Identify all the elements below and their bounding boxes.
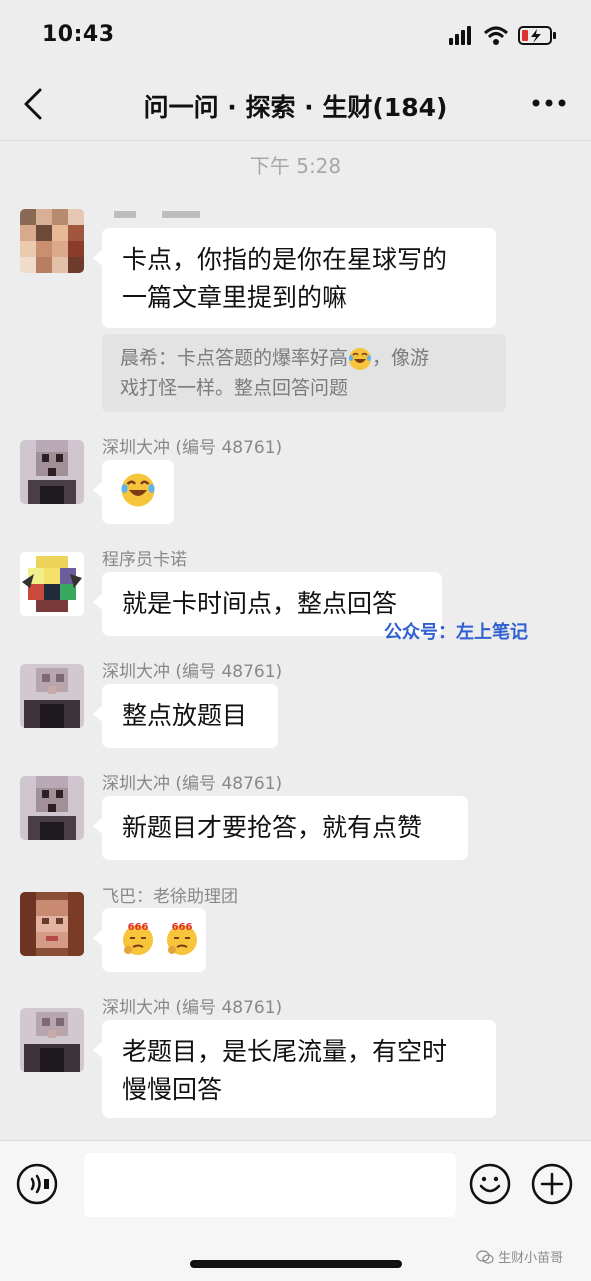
laughing-tears-emoji-icon [121, 473, 155, 507]
home-indicator [190, 1260, 402, 1268]
wechat-icon [476, 1249, 494, 1268]
sender-name: 深圳大冲 (编号 48761) [102, 774, 283, 794]
signal-icon [449, 26, 471, 45]
sender-name: 深圳大冲 (编号 48761) [102, 662, 283, 682]
message-input[interactable] [84, 1153, 456, 1217]
watermark-text: 公众号：左上笔记 [384, 622, 528, 643]
chat-title: 问一问 · 探索 · 生财(184) [143, 93, 448, 122]
avatar[interactable] [20, 440, 84, 504]
avatar[interactable] [20, 776, 84, 840]
sender-name: 程序员卡诺 [102, 550, 187, 570]
sender-name: 深圳大冲 (编号 48761) [102, 998, 283, 1018]
avatar[interactable] [20, 892, 84, 956]
emoji-badge-text: 666 [172, 922, 193, 933]
footer-mark-text: 生财小苗哥 [498, 1251, 564, 1266]
quote-line: 戏打怪一样。整点回答问题 [120, 377, 349, 399]
more-options-icon[interactable] [529, 88, 569, 118]
input-bar: 生财小苗哥 [0, 1140, 591, 1281]
quote-line: 晨希：卡点答题的爆率好高 ，像游 [120, 347, 430, 370]
message-bubble[interactable]: 666 666 [93, 908, 206, 972]
sender-name: 深圳大冲 (编号 48761) [102, 438, 283, 458]
message-bubble[interactable]: 新题目才要抢答，就有点赞 [93, 796, 468, 860]
wifi-icon [483, 26, 509, 45]
avatar[interactable] [20, 1008, 84, 1072]
status-icons [449, 26, 556, 45]
message-timestamp: 下午 5:28 [249, 154, 342, 178]
message-line: 一篇文章里提到的嘛 [122, 283, 348, 312]
message-bubble[interactable]: 整点放题目 [93, 684, 278, 748]
status-bar: 10:43 [0, 0, 591, 70]
avatar[interactable] [20, 209, 84, 273]
emoji-badge-text: 666 [128, 922, 149, 933]
thinking-666-emoji-icon: 666 [166, 922, 197, 955]
battery-icon [518, 26, 556, 45]
quoted-message[interactable]: 晨希：卡点答题的爆率好高 ，像游 戏打怪一样。整点回答问题 [102, 334, 506, 412]
laughing-tears-emoji-icon [349, 347, 372, 370]
thinking-666-emoji-icon: 666 [123, 922, 153, 955]
sender-name: 飞巴：老徐助理团 [102, 887, 238, 907]
footer-watermark: 生财小苗哥 [476, 1247, 563, 1268]
status-time: 10:43 [42, 22, 115, 47]
avatar[interactable] [20, 664, 84, 728]
message-bubble[interactable] [93, 460, 174, 524]
avatar[interactable] [20, 552, 84, 616]
message-line: 老题目，是长尾流量，有空时 [122, 1037, 448, 1066]
message-bubble[interactable]: 卡点，你指的是你在星球写的 一篇文章里提到的嘛 [93, 228, 496, 328]
emoji-icon[interactable] [468, 1162, 512, 1206]
message-line: 慢慢回答 [122, 1075, 223, 1104]
voice-input-icon[interactable] [16, 1163, 58, 1205]
plus-icon[interactable] [530, 1162, 574, 1206]
chat-header: 问一问 · 探索 · 生财(184) [0, 70, 591, 141]
message-line: 卡点，你指的是你在星球写的 [122, 245, 448, 274]
message-bubble[interactable]: 老题目，是长尾流量，有空时 慢慢回答 [93, 1020, 496, 1118]
